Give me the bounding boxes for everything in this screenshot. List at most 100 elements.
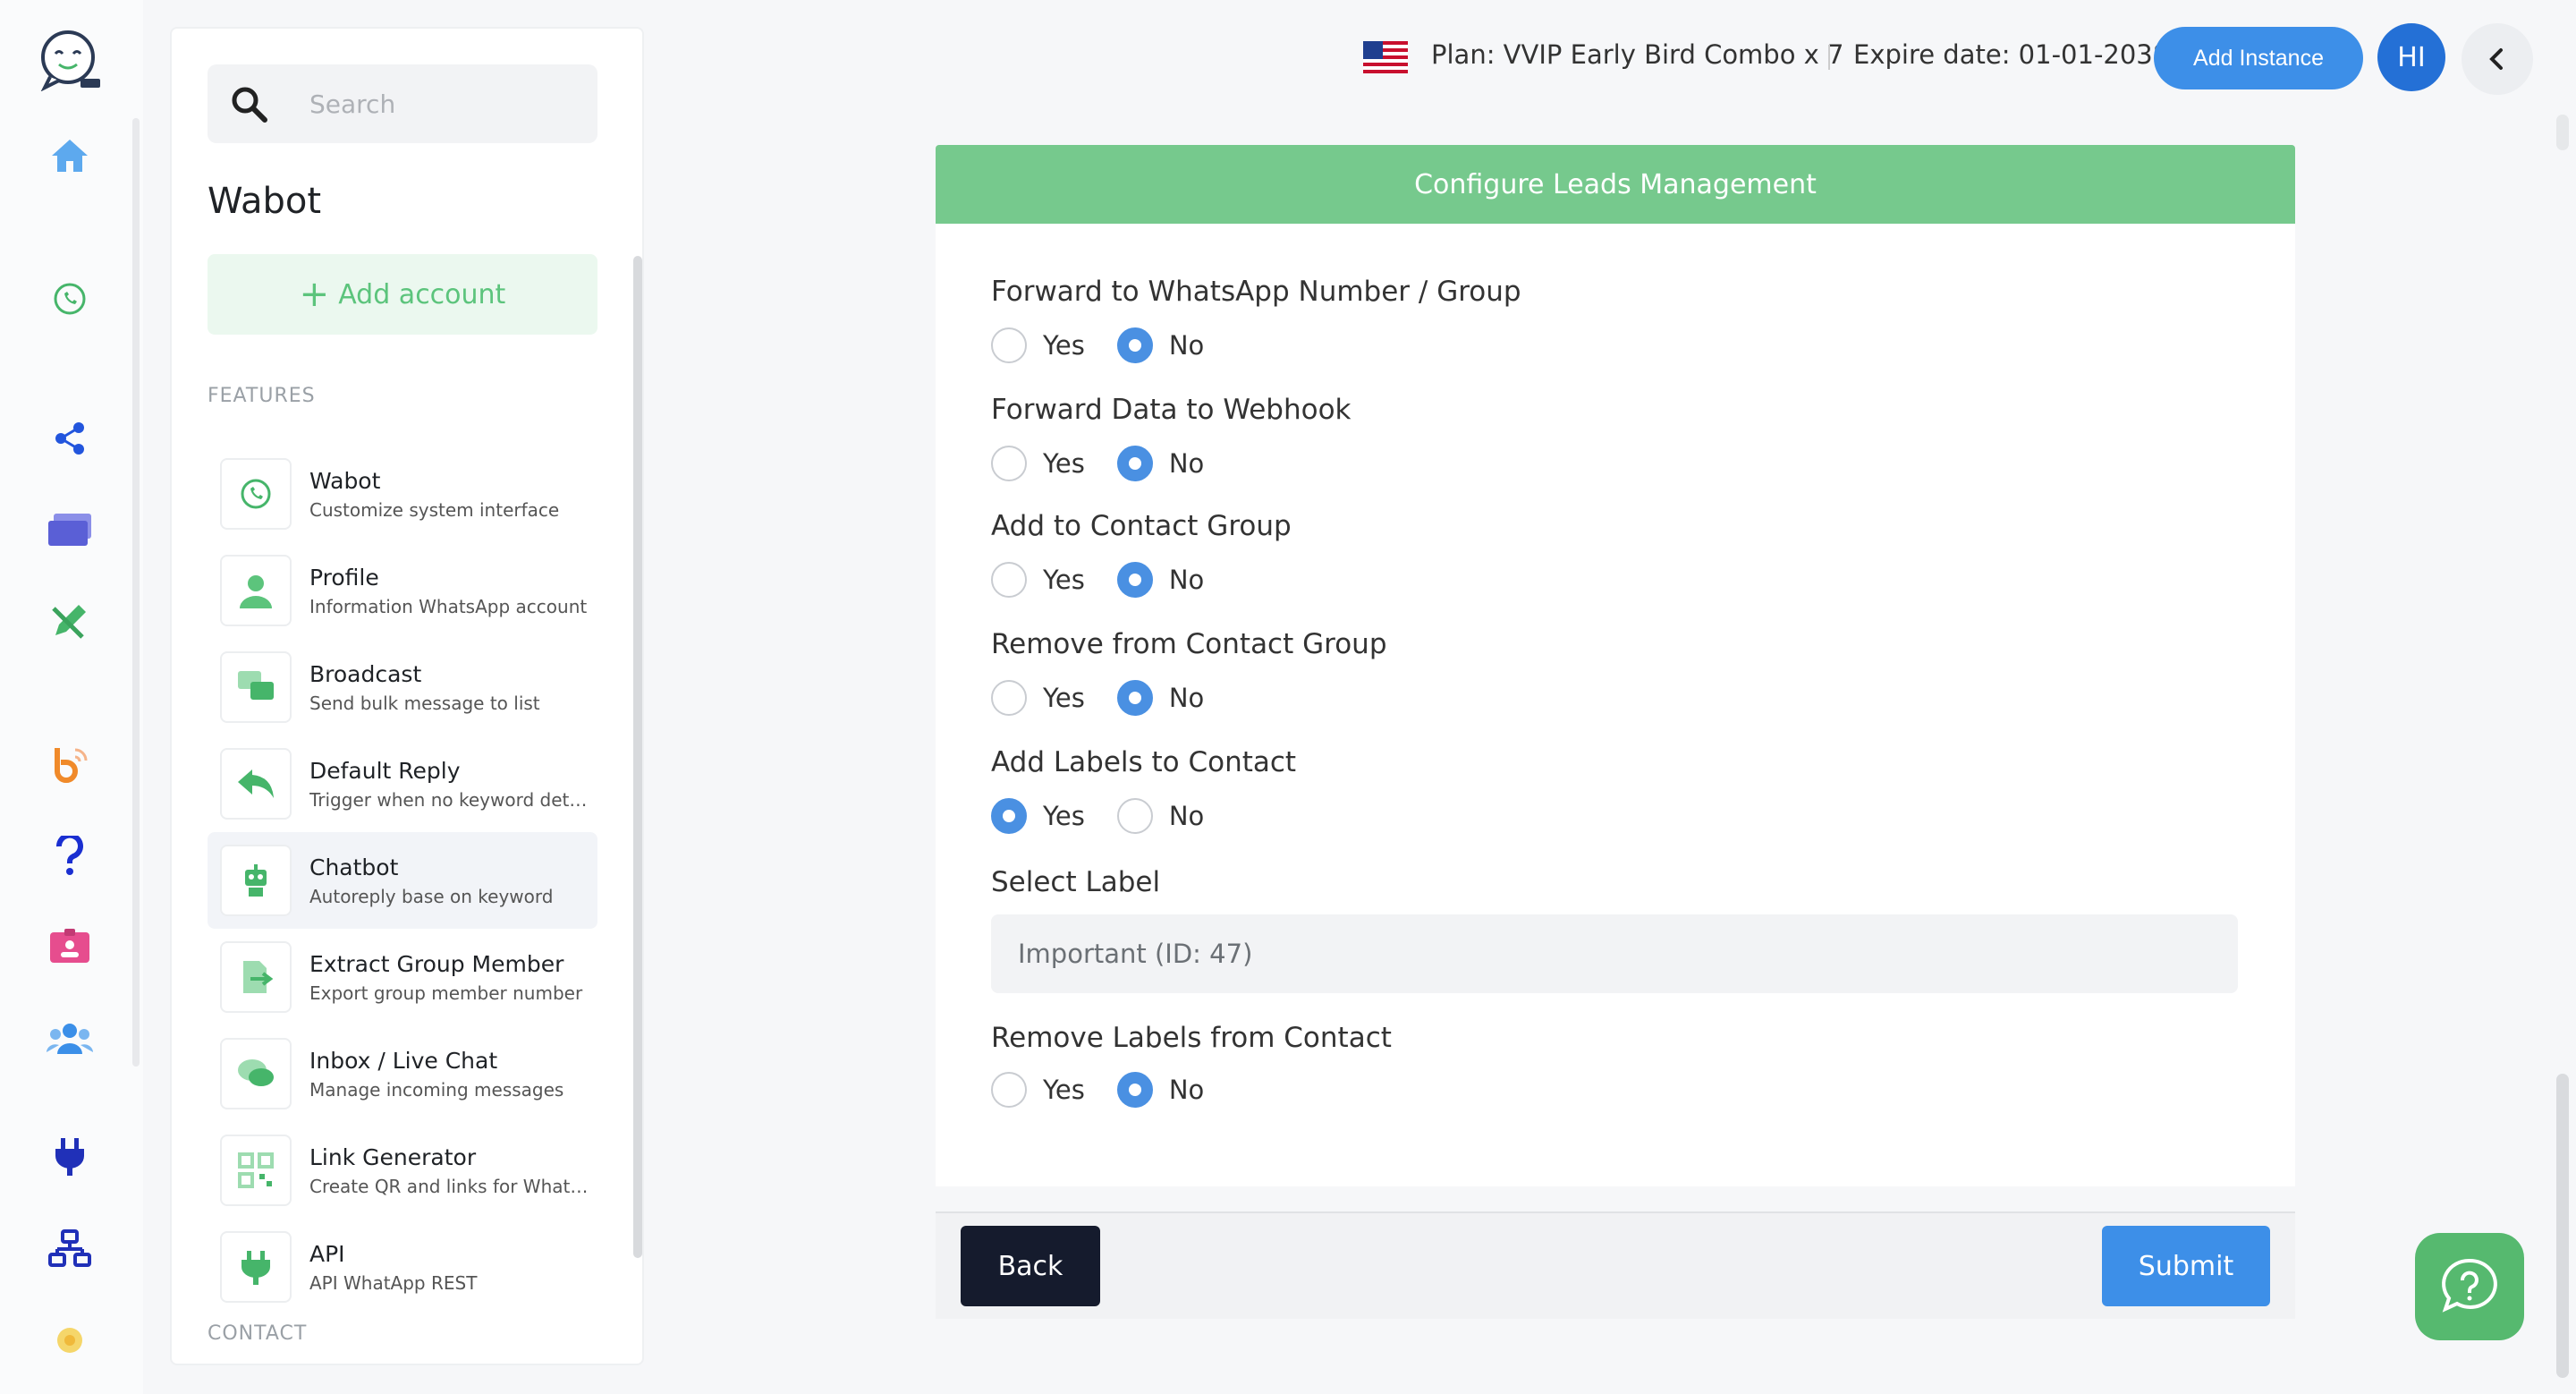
chevron-left-icon[interactable] [2462, 23, 2533, 95]
search-input[interactable]: Search [208, 64, 597, 143]
feature-name: Profile [309, 564, 379, 591]
whatsapp-icon [220, 458, 292, 530]
feature-item-wabot[interactable]: Wabot Customize system interface [208, 446, 597, 542]
question-forward-whatsapp: Forward to WhatsApp Number / Group [991, 276, 1521, 308]
id-badge-icon[interactable] [43, 920, 97, 973]
chat-icon [220, 1038, 292, 1109]
radio-yes[interactable] [991, 680, 1027, 716]
radio-yes[interactable] [991, 327, 1027, 363]
feature-desc: Create QR and links for WhatsApp [309, 1175, 596, 1197]
folders-icon[interactable] [43, 503, 97, 557]
whatsapp-icon[interactable] [43, 272, 97, 326]
radio-no[interactable] [1116, 327, 1153, 363]
plan-text: Plan: VVIP Early Bird Combo x 7 [1431, 39, 1844, 70]
select-label-heading: Select Label [991, 866, 1161, 898]
leads-form: Forward to WhatsApp Number / Group Yes N… [936, 224, 2295, 1186]
avatar[interactable]: HI [2377, 23, 2445, 91]
radio-no[interactable] [1116, 798, 1153, 834]
edit-pencil-icon[interactable] [43, 594, 97, 648]
feature-desc: Export group member number [309, 982, 583, 1004]
feature-desc: Trigger when no keyword detected [309, 788, 596, 811]
app-logo-icon[interactable] [34, 27, 106, 92]
add-account-button[interactable]: + Add account [208, 254, 597, 335]
radio-no-label: No [1168, 683, 1205, 713]
submit-button[interactable]: Submit [2102, 1226, 2270, 1306]
feature-name: Wabot [309, 467, 381, 494]
feature-desc: API WhatApp REST [309, 1271, 478, 1294]
radio-no-label: No [1168, 330, 1205, 361]
radio-no[interactable] [1116, 562, 1153, 598]
form-title: Configure Leads Management [936, 145, 2295, 224]
radio-yes[interactable] [991, 1072, 1027, 1108]
add-instance-button[interactable]: Add Instance [2154, 27, 2363, 89]
question-add-labels: Add Labels to Contact [991, 746, 1297, 778]
feature-desc: Information WhatsApp account [309, 595, 588, 617]
contact-section-label: CONTACT [208, 1322, 308, 1345]
feature-item-link-generator[interactable]: Link Generator Create QR and links for Wh… [208, 1122, 597, 1219]
back-button[interactable]: Back [961, 1226, 1100, 1306]
rail-scrollbar[interactable] [132, 118, 140, 1067]
radio-yes-label: Yes [1043, 565, 1085, 595]
robot-icon [220, 845, 292, 916]
radio-yes[interactable] [991, 446, 1027, 481]
expire-date-text: Expire date: 01-01-2038 [1853, 39, 2170, 70]
feature-name: Link Generator [309, 1143, 477, 1170]
feature-item-broadcast[interactable]: Broadcast Send bulk message to list [208, 639, 597, 735]
question-forward-webhook: Forward Data to Webhook [991, 394, 1352, 426]
search-placeholder: Search [309, 89, 396, 119]
feature-desc: Send bulk message to list [309, 692, 540, 714]
features-panel: Search Wabot + Add account FEATURES Wabo… [170, 27, 644, 1365]
question-remove-labels: Remove Labels from Contact [991, 1022, 1392, 1054]
plug-icon[interactable] [43, 1129, 97, 1183]
radio-yes-label: Yes [1043, 683, 1085, 713]
share-icon[interactable] [43, 412, 97, 465]
feature-item-profile[interactable]: Profile Information WhatsApp account [208, 542, 597, 639]
settings-flower-icon[interactable] [43, 1313, 97, 1367]
file-export-icon [220, 941, 292, 1013]
radio-no[interactable] [1116, 446, 1153, 481]
network-icon[interactable] [43, 1222, 97, 1276]
home-icon[interactable] [43, 129, 97, 183]
feature-item-default-reply[interactable]: Default Reply Trigger when no keyword det… [208, 735, 597, 832]
feature-name: API [309, 1240, 345, 1267]
radio-yes[interactable] [991, 562, 1027, 598]
radio-no-label: No [1168, 801, 1205, 831]
options-forward-webhook: Yes No [991, 446, 1236, 481]
search-icon [229, 84, 283, 123]
feature-item-inbox-live-chat[interactable]: Inbox / Live Chat Manage incoming message… [208, 1025, 597, 1122]
options-add-contact-group: Yes No [991, 562, 1236, 598]
question-bubble-icon [2442, 1258, 2497, 1313]
add-account-label: Add account [338, 278, 506, 310]
feature-name: Extract Group Member [309, 950, 564, 977]
users-group-icon[interactable] [43, 1011, 97, 1065]
feature-item-extract-group-member[interactable]: Extract Group Member Export group member … [208, 929, 597, 1025]
feature-name: Broadcast [309, 660, 422, 687]
options-forward-whatsapp: Yes No [991, 327, 1236, 363]
reply-arrow-icon [220, 748, 292, 820]
chat-bubbles-icon [220, 651, 292, 723]
options-remove-labels: Yes No [991, 1072, 1236, 1108]
feature-desc: Customize system interface [309, 498, 560, 521]
header-divider [1828, 45, 1830, 70]
question-add-contact-group: Add to Contact Group [991, 510, 1292, 542]
panel-scrollbar[interactable] [633, 256, 642, 1258]
feature-name: Chatbot [309, 854, 399, 880]
feature-desc: Manage incoming messages [309, 1078, 564, 1101]
radio-no[interactable] [1116, 680, 1153, 716]
page-scrollbar[interactable] [2556, 1074, 2569, 1378]
radio-yes-label: Yes [1043, 330, 1085, 361]
radio-yes[interactable] [991, 798, 1027, 834]
qr-code-icon [220, 1135, 292, 1206]
page-scrollbar-top[interactable] [2556, 115, 2569, 150]
radio-no[interactable] [1116, 1072, 1153, 1108]
help-question-icon[interactable] [43, 829, 97, 882]
radio-no-label: No [1168, 1075, 1205, 1105]
label-select[interactable]: Important (ID: 47) [991, 914, 2238, 993]
feature-name: Inbox / Live Chat [309, 1047, 498, 1074]
form-footer: Back Submit [936, 1211, 2295, 1319]
feature-item-api[interactable]: API API WhatApp REST [208, 1219, 597, 1315]
feature-item-chatbot[interactable]: Chatbot Autoreply base on keyword [208, 832, 597, 929]
blog-icon[interactable] [43, 737, 97, 791]
us-flag-icon[interactable] [1363, 41, 1408, 73]
help-chat-button[interactable] [2415, 1233, 2524, 1340]
